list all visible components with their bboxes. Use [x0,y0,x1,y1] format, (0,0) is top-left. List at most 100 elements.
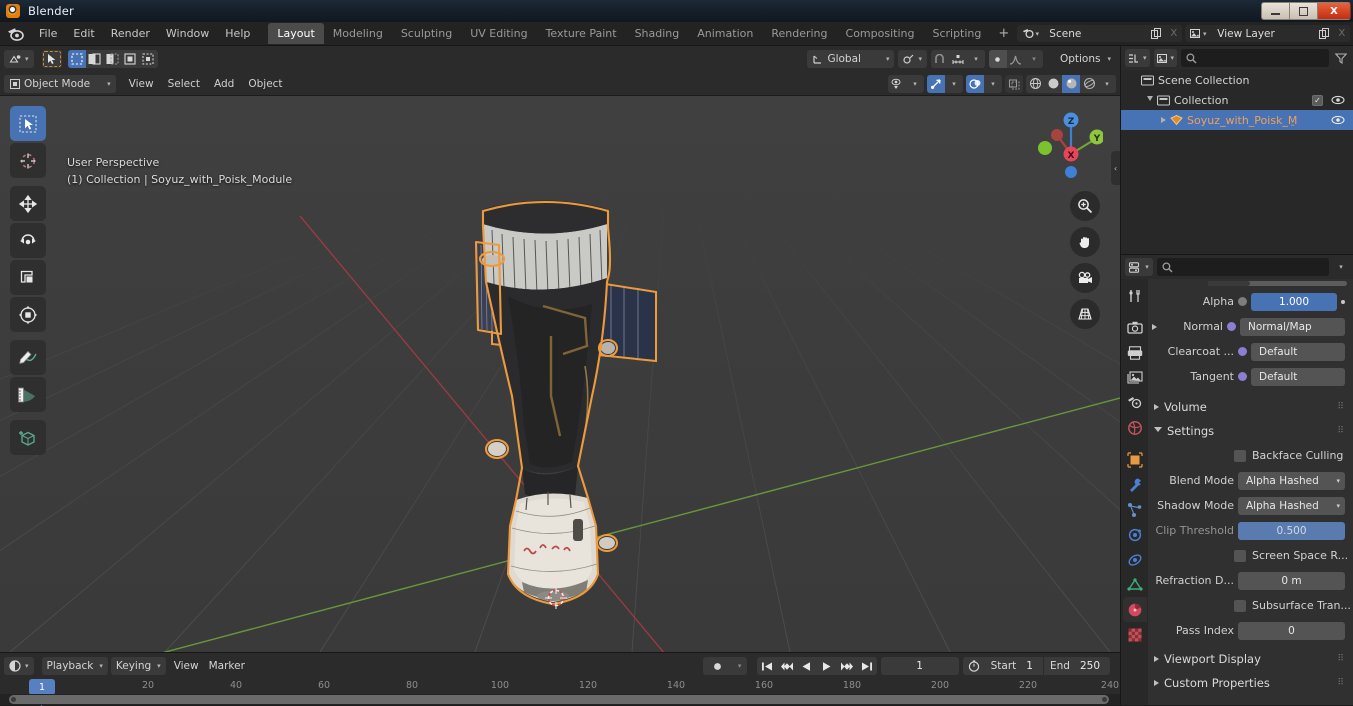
timeline-menu-view[interactable]: View [169,657,204,675]
viewport-menu-view[interactable]: View [122,77,161,91]
property-row-pass-index[interactable]: Pass Index 0 [1148,618,1353,643]
panel-drag-grip[interactable]: ⠿ [1337,426,1345,436]
property-row-clearcoat-normal[interactable]: Clearcoat ... Default [1148,339,1353,364]
particles-properties-tab[interactable] [1123,497,1147,522]
viewport-menu-object[interactable]: Object [241,77,289,91]
object-constraint-properties-tab[interactable] [1123,547,1147,572]
transform-orientation-dropdown[interactable]: Global ▾ [807,50,895,68]
property-row-blend-mode[interactable]: Blend Mode Alpha Hashed ▾ [1148,468,1353,493]
overlays-group[interactable]: ▾ [966,74,1002,93]
falloff-dropdown-caret[interactable]: ▾ [1025,50,1043,68]
panel-header-custom-properties[interactable]: Custom Properties ⠿ [1148,671,1353,695]
select-subtract-icon[interactable] [104,50,122,68]
proportional-edit-icon[interactable] [988,50,1007,68]
property-row-tangent[interactable]: Tangent Default [1148,364,1353,389]
snap-magnet-icon[interactable] [931,50,949,68]
maximize-button[interactable] [1289,2,1317,20]
sidebar-collapse-arrow[interactable]: ‹ [1111,151,1120,185]
play-reverse-button[interactable] [797,657,817,675]
next-keyframe-button[interactable] [837,657,857,675]
property-row-shadow-mode[interactable]: Shadow Mode Alpha Hashed ▾ [1148,493,1353,518]
select-box-icon[interactable] [67,50,86,68]
outliner-filter-icon[interactable] [1333,49,1349,67]
properties-search-input[interactable] [1157,258,1329,276]
panel-header-viewport-display[interactable]: Viewport Display ⠿ [1148,647,1353,671]
socket-dot-icon[interactable] [1238,372,1247,381]
collection-toggles[interactable]: ✓ [1312,94,1345,106]
frame-range-group[interactable]: Start 1 End 250 [962,657,1110,675]
tab-scripting[interactable]: Scripting [923,23,990,44]
property-row-clip-threshold[interactable]: Clip Threshold 0.500 [1148,518,1353,543]
viewport-display-disclosure-icon[interactable] [1154,656,1159,662]
snapping-group[interactable]: ▾ [930,50,985,68]
tool-annotate[interactable] [10,340,46,375]
blender-menu-icon[interactable] [7,26,24,41]
collection-checkbox[interactable]: ✓ [1312,94,1323,106]
select-mode-group[interactable] [67,50,158,68]
subsurface-translucency-checkbox[interactable] [1234,599,1246,612]
tool-scale[interactable] [10,260,46,295]
object-data-properties-tab[interactable] [1123,572,1147,597]
toggle-xray-icon[interactable] [1005,75,1023,93]
tool-measure[interactable] [10,377,46,412]
window-controls[interactable]: X [1261,2,1351,20]
menu-edit[interactable]: Edit [65,25,102,42]
properties-editor-type-button[interactable]: ▾ [1125,258,1153,276]
tab-sculpting[interactable]: Sculpting [392,23,461,44]
normal-value-field[interactable]: Normal/Map [1240,317,1345,336]
visibility-group[interactable]: ▾ [888,74,924,93]
viewport-menu-add[interactable]: Add [207,77,241,91]
auto-keying-dropdown[interactable]: ▾ [732,657,747,675]
view-layer-properties-tab[interactable] [1123,365,1147,390]
refraction-depth-field[interactable]: 0 m [1238,571,1345,590]
outliner-row-soyuz-object[interactable]: Soyuz_with_Poisk_M̱ [1121,110,1353,130]
tool-add-cube[interactable] [10,420,46,455]
select-invert-icon[interactable] [122,50,140,68]
current-frame-field[interactable]: 1 [880,657,959,675]
socket-dot-icon[interactable] [1238,297,1247,306]
output-properties-tab[interactable] [1123,340,1147,365]
properties-options-caret[interactable]: ▾ [1333,258,1349,276]
zoom-icon[interactable] [1070,191,1100,221]
gizmo-dropdown-caret[interactable]: ▾ [945,75,963,93]
menu-window[interactable]: Window [158,25,217,42]
animate-property-dot-icon[interactable] [1341,299,1345,304]
render-properties-tab[interactable] [1123,315,1147,340]
remove-view-layer-button[interactable]: X [1333,25,1351,42]
add-workspace-button[interactable]: + [990,24,1017,43]
tab-compositing[interactable]: Compositing [837,23,924,44]
auto-keying-toggle[interactable] [702,657,733,675]
previous-keyframe-button[interactable] [777,657,797,675]
menu-file[interactable]: File [31,25,65,42]
select-intersect-icon[interactable] [140,50,158,68]
view-layer-name[interactable]: View Layer [1211,25,1317,42]
pivot-point-dropdown[interactable]: ▾ [898,50,927,68]
panel-header-settings[interactable]: Settings ⠿ [1148,419,1353,443]
menu-help[interactable]: Help [217,25,258,42]
normal-disclosure-icon[interactable] [1152,323,1157,330]
timeline-scrollbar-track[interactable] [0,694,1120,705]
tab-shading[interactable]: Shading [626,23,689,44]
editor-type-button[interactable]: ▾ [4,50,34,68]
visibility-dropdown-caret[interactable]: ▾ [906,75,924,93]
shading-modes-group[interactable]: ▾ [1026,74,1116,93]
properties-editor[interactable]: ▾ ▾ Alpha 1.000 Normal Normal/Map Clearc… [1120,254,1353,705]
tangent-value-field[interactable]: Default [1251,367,1345,386]
tab-layout[interactable]: Layout [268,23,324,44]
property-row-backface-culling[interactable]: Backface Culling [1148,443,1353,468]
new-view-layer-button[interactable] [1316,25,1334,42]
snap-dropdown-caret[interactable]: ▾ [967,50,985,68]
properties-panel-body[interactable]: Alpha 1.000 Normal Normal/Map Clearcoat … [1148,279,1353,705]
jump-to-end-button[interactable] [857,657,877,675]
outliner-editor-type-button[interactable]: ▾ [1125,49,1150,67]
outliner-search-input[interactable] [1181,49,1329,67]
show-overlays-icon[interactable] [966,74,984,93]
use-preview-range-icon[interactable] [963,660,985,672]
scene-properties-tab[interactable] [1123,390,1147,415]
tweak-mode-button[interactable] [41,50,62,68]
socket-dot-icon[interactable] [1227,322,1236,331]
clearcoat-normal-value-field[interactable]: Default [1251,342,1345,361]
timeline-editor[interactable]: ▾ Playback ▾ Keying ▾ View Marker ▾ 1 St… [0,652,1120,706]
volume-disclosure-icon[interactable] [1154,404,1159,410]
timeline-playhead[interactable]: 1 [29,679,55,695]
